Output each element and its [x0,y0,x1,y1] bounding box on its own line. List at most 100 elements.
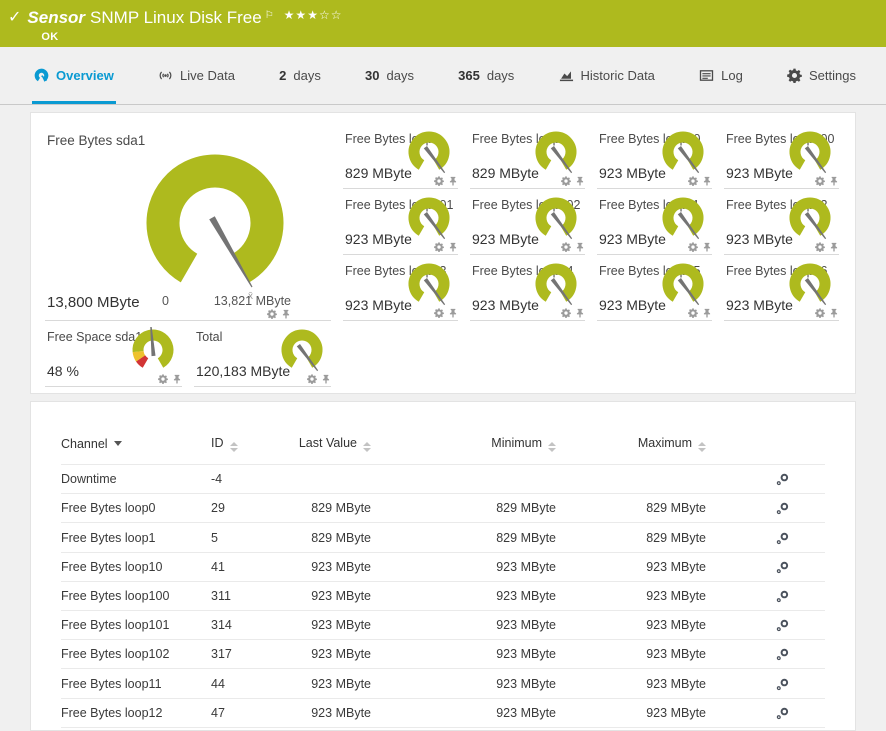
col-header-channel[interactable]: Channel [61,430,211,465]
gear-icon[interactable] [815,308,825,318]
pin-icon[interactable] [448,308,458,318]
cell-id: 311 [211,581,286,610]
sort-both-icon [363,442,371,452]
gear-icon[interactable] [434,242,444,252]
tab-historic-data[interactable]: Historic Data [557,47,657,104]
cell-channel: Free Bytes loop0 [61,494,211,523]
gear-icon[interactable] [307,374,317,384]
gear-icon[interactable] [561,242,571,252]
tab-2-days[interactable]: 2 days [277,47,323,104]
gear-icon[interactable] [434,308,444,318]
tab-bar: Overview Live Data 2 days 30 days 365 da… [0,47,886,105]
pin-icon[interactable] [321,374,331,384]
log-icon [699,68,714,83]
chart-icon [559,68,574,83]
tab-live-data[interactable]: Live Data [156,47,237,104]
sort-desc-icon [114,441,122,446]
cell-last-value: 829 MByte [286,523,371,552]
cell-minimum [371,465,556,494]
cell-channel: Free Bytes loop10 [61,552,211,581]
pin-icon[interactable] [281,309,291,319]
cell-id: 5 [211,523,286,552]
gear-icon[interactable] [688,242,698,252]
flag-icon[interactable]: ⚐ [265,6,274,26]
cell-channel: Free Bytes loop100 [61,581,211,610]
cell-id: 317 [211,640,286,669]
gear-icon[interactable] [815,242,825,252]
channel-settings-icon[interactable] [776,590,789,603]
tab-overview[interactable]: Overview [32,47,116,104]
gear-icon[interactable] [561,308,571,318]
gauge-value: 923 MByte [599,231,666,247]
channel-settings-icon[interactable] [776,678,789,691]
channel-settings-icon[interactable] [776,648,789,661]
table-row: Free Bytes loop102 317 923 MByte 923 MBy… [61,640,825,669]
gauge-cell-free-bytes-loop102: Free Bytes loop102 923 MByte [470,189,585,255]
gauge-value: 923 MByte [345,231,412,247]
tab-30-days[interactable]: 30 days [363,47,416,104]
pin-icon[interactable] [829,242,839,252]
cell-minimum: 923 MByte [371,581,556,610]
channel-settings-icon[interactable] [776,532,789,545]
gauge-value: 923 MByte [726,297,793,313]
pin-icon[interactable] [172,374,182,384]
col-header-id[interactable]: ID [211,430,286,465]
channel-settings-icon[interactable] [776,619,789,632]
gear-icon[interactable] [561,176,571,186]
gear-icon[interactable] [815,176,825,186]
pin-icon[interactable] [575,308,585,318]
channel-settings-icon[interactable] [776,502,789,515]
cell-last-value: 829 MByte [286,494,371,523]
gauge-cell-total: Total 120,183 MByte [194,321,331,387]
pin-icon[interactable] [702,242,712,252]
sort-both-icon [698,442,706,452]
col-header-maximum[interactable]: Maximum [556,430,706,465]
tab-365-days[interactable]: 365 days [456,47,516,104]
gear-icon[interactable] [688,176,698,186]
gauge-dial [126,327,180,377]
gauge-value: 48 % [47,363,79,379]
channel-table-panel: Channel ID Last Value Minimum Maximum Do… [30,401,856,731]
col-header-minimum[interactable]: Minimum [371,430,556,465]
pin-icon[interactable] [829,308,839,318]
pin-icon[interactable] [448,242,458,252]
cell-channel: Downtime [61,465,211,494]
pin-icon[interactable] [702,176,712,186]
pin-icon[interactable] [829,176,839,186]
tab-settings[interactable]: Settings [785,47,858,104]
cell-channel: Free Bytes loop102 [61,640,211,669]
sort-both-icon [548,442,556,452]
cell-channel: Free Bytes loop101 [61,611,211,640]
pin-icon[interactable] [702,308,712,318]
gear-icon[interactable] [688,308,698,318]
gauges-panel: Free Bytes sda1 x̄ 13,800 MByte 0 13,821… [30,112,856,394]
channel-settings-icon[interactable] [776,707,789,720]
pin-icon[interactable] [575,176,585,186]
gear-icon[interactable] [158,374,168,384]
gauge-value: 923 MByte [472,231,539,247]
cell-maximum: 923 MByte [556,669,706,698]
pin-icon[interactable] [575,242,585,252]
gauge-value: 923 MByte [599,297,666,313]
pin-icon[interactable] [448,176,458,186]
page-title: SNMP Linux Disk Free [90,8,262,28]
gear-icon[interactable] [434,176,444,186]
channel-settings-icon[interactable] [776,473,789,486]
gauge-cell-free-bytes-loop10: Free Bytes loop10 923 MByte [597,123,712,189]
gauge-cell-free-bytes-loop11: Free Bytes loop11 923 MByte [597,189,712,255]
gauge-cell-free-bytes-loop0: Free Bytes loop0 829 MByte [343,123,458,189]
cell-maximum: 923 MByte [556,611,706,640]
cell-id: 29 [211,494,286,523]
gauge-scale-min: 0 [162,294,169,308]
cell-last-value: 923 MByte [286,698,371,727]
channel-settings-icon[interactable] [776,561,789,574]
sensor-label: Sensor [27,8,85,28]
gauge-value: 13,800 MByte [47,294,140,311]
gauge-cell-free-bytes-loop15: Free Bytes loop15 923 MByte [597,255,712,321]
tab-log[interactable]: Log [697,47,745,104]
cell-maximum: 923 MByte [556,698,706,727]
live-icon [158,68,173,83]
col-header-last-value[interactable]: Last Value [286,430,371,465]
rating-stars[interactable]: ★★★☆☆ [284,5,343,25]
gear-icon[interactable] [267,309,277,319]
